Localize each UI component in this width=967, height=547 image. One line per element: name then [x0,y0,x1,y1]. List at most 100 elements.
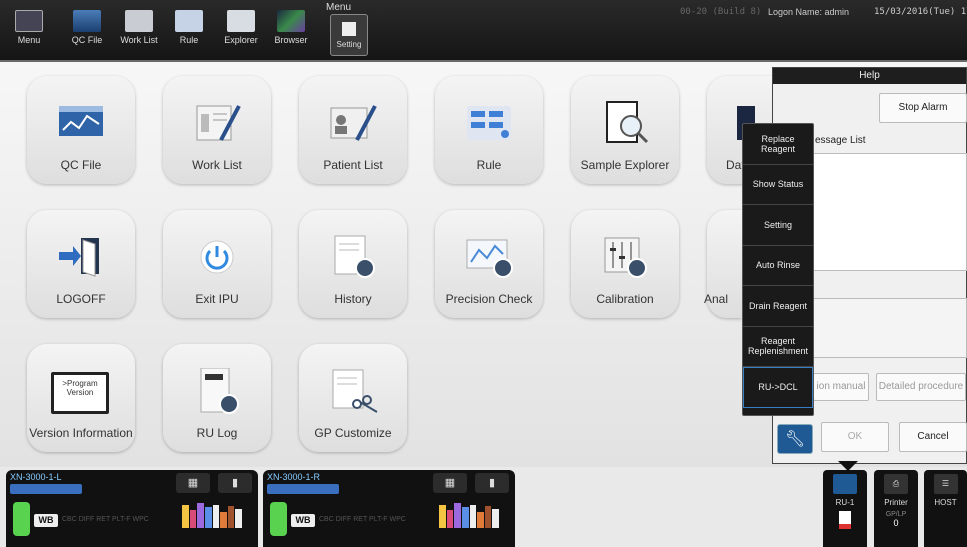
wb-mode-label: WB [291,514,315,527]
message-detail [813,298,967,358]
analyzer-mode-badge [10,484,82,494]
analyzer-mode-badge [267,484,339,494]
operation-manual-button[interactable]: ion manual [813,373,869,401]
analyzer-panel-left[interactable]: XN-3000-1-L ▦ ▮ WB CBC DIFF RET PLT-F WP… [6,470,258,547]
printer-sub-label: GP/LP [885,511,907,518]
sample-explorer-icon [606,101,649,144]
menu-item-show-status[interactable]: Show Status [743,165,813,205]
menu-item-drain-reagent[interactable]: Drain Reagent [743,286,813,327]
toolbar-button-label: Browser [274,35,308,45]
analyzer-test-tags: CBC DIFF RET PLT-F WPC [62,516,149,523]
chart-icon[interactable]: ▦ [176,473,210,493]
toolbar-rule-button[interactable]: Rule [166,6,212,58]
ru-log-icon [200,368,239,414]
logon-name: Logon Name: admin [768,7,850,17]
version-info-icon: >Program Version [51,372,109,414]
wrench-icon: 🔧︎ [784,431,806,448]
printer-label: Printer [884,498,908,507]
chart-icon[interactable]: ▦ [433,473,467,493]
setting-label: Setting [336,40,362,49]
toolbar-button-label: Menu [17,35,41,45]
message-list[interactable] [813,153,967,271]
printer-count: 0 [893,518,899,528]
tile-label: Rule [476,158,502,172]
tile-label: Sample Explorer [580,158,670,172]
cancel-button[interactable]: Cancel [899,422,967,452]
rule-icon [175,10,203,32]
analyzer-name: XN-3000-1-R [267,472,321,482]
rule-icon [467,106,511,140]
tile-label: GP Customize [314,426,392,440]
reagent-level-bars [439,502,499,528]
ru-icon [833,474,857,494]
date-time: 15/03/2016(Tue) 17:2 [874,7,967,17]
menu-grid-icon [15,10,43,32]
menu-item-ru-dcl[interactable]: RU->DCL [743,367,813,408]
qc-file-icon [59,106,103,136]
qc-file-icon [73,10,101,32]
toolbar-work-list-button[interactable]: Work List [116,6,162,58]
menu-item-setting[interactable]: Setting [743,205,813,246]
device-icon[interactable]: ▮ [475,473,509,493]
stop-alarm-button[interactable]: Stop Alarm [879,93,967,123]
work-list-icon [125,10,153,32]
status-bar: XN-3000-1-L ▦ ▮ WB CBC DIFF RET PLT-F WP… [0,467,967,547]
ru-label: RU-1 [835,498,855,507]
menu-item-auto-rinse[interactable]: Auto Rinse [743,246,813,286]
toolbar-menu-button[interactable]: Menu [6,6,52,58]
menu-item-replace-reagent[interactable]: Replace Reagent [743,124,813,165]
toolbar-button-label: Work List [120,35,158,45]
tile-label: LOGOFF [56,292,106,306]
host-icon: ☰ [933,474,958,494]
analyzer-name: XN-3000-1-L [10,472,62,482]
tile-label: Work List [192,158,242,172]
toolbar-button-label: Explorer [224,35,258,45]
host-unit[interactable]: ☰ HOST [924,470,967,547]
calibration-icon [604,237,647,278]
printer-icon: ⎙ [884,474,908,494]
ru-1-unit[interactable]: RU-1 [823,470,867,547]
help-dialog-title: Help [773,68,966,84]
toolbar-button-label: QC File [71,35,103,45]
popup-pointer [838,461,858,471]
tile-label: Anal [704,292,729,306]
maintenance-button[interactable]: 🔧︎ [777,424,813,454]
status-indicator [13,502,30,536]
setting-grid-icon [342,22,356,36]
device-icon[interactable]: ▮ [218,473,252,493]
logoff-icon [59,238,99,277]
ok-button[interactable]: OK [821,422,889,452]
analyzer-panel-right[interactable]: XN-3000-1-R ▦ ▮ WB CBC DIFF RET PLT-F WP… [263,470,515,547]
toolbar-explorer-button[interactable]: Explorer [218,6,264,58]
menu-group-label: Menu [326,2,352,13]
menu-group: Menu Setting [322,2,372,60]
maintenance-popup-menu: Replace Reagent Show Status Setting Auto… [742,123,814,416]
power-icon [200,240,234,274]
toolbar-qc-file-button[interactable]: QC File [64,6,110,58]
analyzer-test-tags: CBC DIFF RET PLT-F WPC [319,516,406,523]
work-list-icon [196,105,241,141]
tile-label: Patient List [323,158,383,172]
toolbar-button-label: Rule [179,35,199,45]
ru-reagent-icon [839,511,851,529]
tile-label: Exit IPU [195,292,239,306]
host-label: HOST [934,498,957,507]
gp-customize-icon [332,369,378,413]
detailed-procedure-button[interactable]: Detailed procedure [876,373,966,401]
printer-unit[interactable]: ⎙ Printer GP/LP 0 [874,470,918,547]
tile-label: Precision Check [445,292,533,306]
tile-label: QC File [60,158,102,172]
menu-item-reagent-replenishment[interactable]: Reagent Replenishment [743,327,813,367]
toolbar-browser-button[interactable]: Browser [268,6,314,58]
history-icon [334,235,375,278]
browser-icon [277,10,305,32]
wb-mode-label: WB [34,514,58,527]
message-list-label: essage List [815,135,866,146]
explorer-icon [227,10,255,32]
status-indicator [270,502,287,536]
precision-check-icon [466,239,513,278]
top-toolbar: Menu QC File Work List Rule Explorer Bro… [0,0,967,62]
tile-label: RU Log [196,426,238,440]
tile-label: Version Information [29,426,133,440]
setting-button[interactable]: Setting [330,14,368,56]
